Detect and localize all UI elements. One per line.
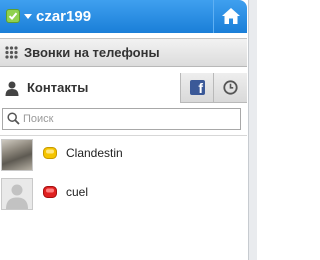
call-phones-button[interactable]: Звонки на телефоны	[0, 38, 247, 67]
contact-row[interactable]: Clandestin	[0, 137, 247, 171]
skype-window: czar199 Звонки на телефоны Контакты f По…	[0, 0, 257, 260]
tab-recent[interactable]	[213, 73, 247, 103]
search-input[interactable]	[23, 110, 233, 128]
online-check-icon[interactable]	[6, 9, 20, 23]
contacts-tabs: Контакты f	[0, 73, 247, 104]
tab-contacts-label: Контакты	[27, 80, 89, 95]
default-avatar-icon	[6, 184, 28, 209]
avatar	[1, 178, 33, 210]
search-box	[2, 108, 241, 130]
busy-status-icon	[43, 186, 57, 198]
person-icon	[5, 81, 19, 96]
avatar	[1, 139, 33, 171]
tab-facebook[interactable]: f	[180, 73, 213, 103]
contact-name: Clandestin	[66, 146, 123, 160]
contact-name: cuel	[66, 185, 89, 199]
clock-icon	[223, 80, 238, 95]
search-icon	[7, 112, 20, 125]
home-button[interactable]	[213, 0, 248, 33]
tab-contacts[interactable]: Контакты	[0, 73, 180, 104]
facebook-icon: f	[190, 80, 205, 95]
profile-username[interactable]: czar199	[36, 8, 91, 25]
side-panel-edge	[248, 0, 257, 260]
contact-row[interactable]: cuel	[0, 176, 247, 210]
dialpad-icon	[5, 46, 18, 59]
list-divider	[0, 135, 247, 136]
away-status-icon	[43, 147, 57, 159]
call-phones-label: Звонки на телефоны	[24, 45, 160, 60]
profile-header: czar199	[0, 0, 247, 33]
status-dropdown-caret-icon[interactable]	[24, 14, 32, 19]
home-icon	[222, 8, 240, 24]
